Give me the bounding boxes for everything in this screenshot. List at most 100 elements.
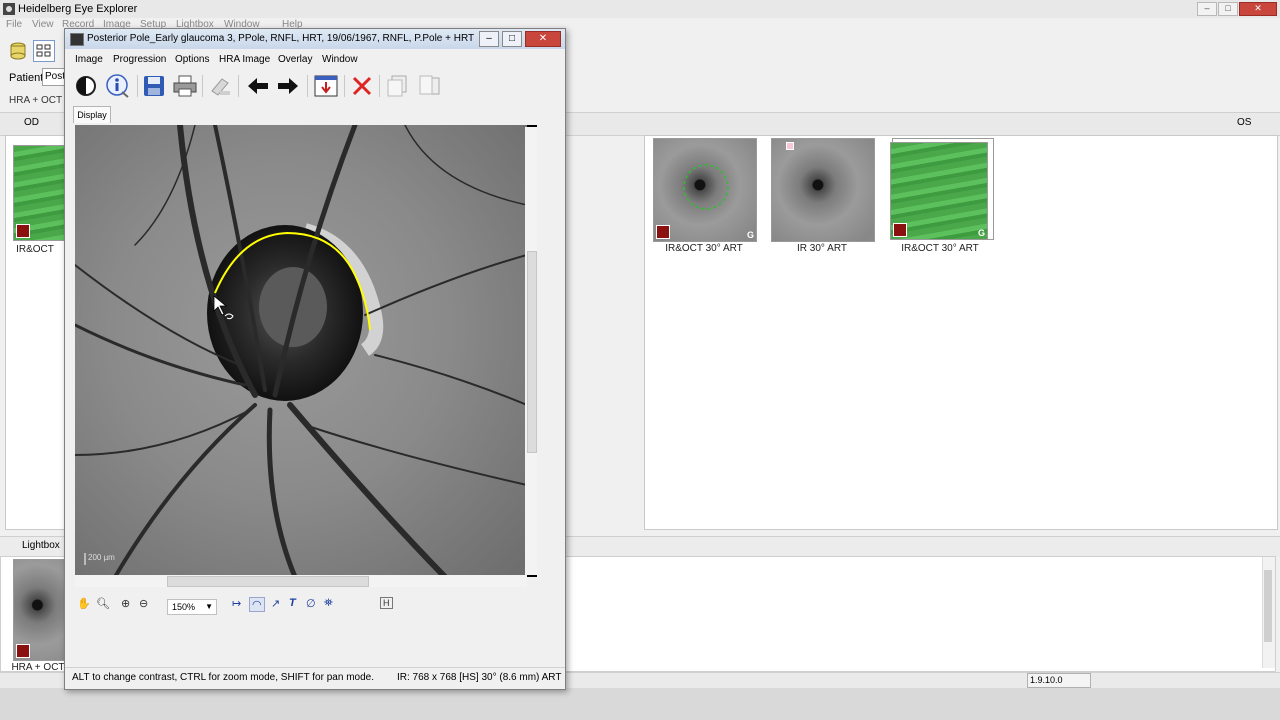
image-maximize-button[interactable]: □ <box>502 31 522 47</box>
contrast-icon <box>76 76 96 96</box>
eraser-button[interactable] <box>207 73 233 99</box>
patient-label: Patient: <box>9 72 47 84</box>
toolbar-separator <box>344 75 345 97</box>
od-panel: IR&OCT <box>5 135 67 530</box>
area-icon[interactable]: ⛯ <box>324 597 333 610</box>
od-thumbnail[interactable] <box>13 145 67 241</box>
zoom-value: 150% <box>172 602 196 612</box>
save-icon <box>144 76 164 96</box>
red-marker-icon <box>16 644 30 658</box>
arrow-icon[interactable]: ↗ <box>271 597 280 610</box>
os-label: OS <box>1237 117 1252 128</box>
thumb-tag: G <box>746 230 754 240</box>
pan-hand-icon[interactable]: ✋ <box>77 597 91 610</box>
toolbar-separator <box>307 75 308 97</box>
device-label: HRA + OCT 2 <box>9 95 71 106</box>
toolbar-separator <box>202 75 203 97</box>
print-button[interactable] <box>172 73 198 99</box>
menu-progression[interactable]: Progression <box>113 54 166 65</box>
minimize-button[interactable]: – <box>1197 2 1217 16</box>
grid-view-icon[interactable] <box>33 40 55 62</box>
info-button[interactable] <box>105 73 131 99</box>
export-button[interactable] <box>313 73 339 99</box>
taskbar <box>0 688 1280 720</box>
paste-icon <box>419 75 440 95</box>
status-image-info: IR: 768 x 768 [HS] 30° (8.6 mm) ART <box>397 672 562 683</box>
rnfl-circle-overlay <box>683 164 729 210</box>
main-titlebar: Heidelberg Eye Explorer – □ ✕ <box>0 0 1280 19</box>
database-icon[interactable] <box>9 42 27 60</box>
image-close-button[interactable]: ✕ <box>525 31 561 47</box>
red-marker-icon <box>16 224 30 238</box>
back-arrow-icon <box>248 78 268 94</box>
os-thumbnail[interactable]: G <box>653 138 757 242</box>
os-thumbnail-caption: IR&OCT 30° ART <box>901 243 979 254</box>
toolbar-separator <box>137 75 138 97</box>
lightbox-label: Lightbox <box>22 540 60 551</box>
os-thumbnail-caption: IR 30° ART <box>797 243 847 254</box>
zoom-out-icon[interactable]: ⊖ <box>139 597 148 610</box>
menu-file[interactable]: File <box>6 19 22 30</box>
pink-marker-icon <box>786 142 794 150</box>
menu-overlay[interactable]: Overlay <box>278 54 312 65</box>
thumb-tag: G <box>977 228 985 238</box>
info-icon <box>106 74 129 98</box>
image-menubar: Image Progression Options HRA Image Over… <box>65 51 565 67</box>
circle-icon[interactable]: ∅ <box>306 597 316 610</box>
freehand-icon[interactable]: ◠ <box>249 597 265 612</box>
image-window-title: Posterior Pole_Early glaucoma 3, PPole, … <box>87 33 477 44</box>
image-window: Posterior Pole_Early glaucoma 3, PPole, … <box>64 28 566 690</box>
image-window-titlebar[interactable]: Posterior Pole_Early glaucoma 3, PPole, … <box>65 29 565 49</box>
distance-icon[interactable]: ↦ <box>232 597 241 610</box>
toolbar-separator <box>238 75 239 97</box>
overlay-toggle-icon[interactable]: H <box>380 597 393 609</box>
image-statusbar: ALT to change contrast, CTRL for zoom mo… <box>65 667 565 688</box>
menu-options[interactable]: Options <box>175 54 209 65</box>
magnifier-icon[interactable]: 🔍︎ <box>96 597 110 610</box>
scale-label: 200 µm <box>88 553 115 562</box>
image-tool-strip: ✋ 🔍︎ ⊕ ⊖ 150% ▼ ↦ ◠ ↗ T ∅ ⛯ H <box>65 595 565 617</box>
back-button[interactable] <box>245 73 271 99</box>
paste-button[interactable] <box>416 73 442 99</box>
print-icon <box>173 75 197 97</box>
os-panel: G IR&OCT 30° ART IR 30° ART G IR&OCT 30°… <box>644 135 1278 530</box>
image-vertical-scroll-thumb[interactable] <box>527 251 537 453</box>
main-window-title: Heidelberg Eye Explorer <box>18 3 138 15</box>
menu-view[interactable]: View <box>32 19 54 30</box>
menu-hra-image[interactable]: HRA Image <box>219 54 270 65</box>
image-toolbar <box>65 69 565 101</box>
toolbar-separator <box>379 75 380 97</box>
red-marker-icon <box>656 225 670 239</box>
menu-window[interactable]: Window <box>322 54 358 65</box>
os-thumbnail[interactable] <box>771 138 875 242</box>
close-button[interactable]: ✕ <box>1239 2 1277 16</box>
export-icon <box>314 75 338 97</box>
copy-button[interactable] <box>385 73 411 99</box>
fundus-image[interactable]: 200 µm <box>75 125 537 577</box>
zoom-select[interactable]: 150% ▼ <box>167 599 217 615</box>
os-thumbnail-caption: IR&OCT 30° ART <box>665 243 743 254</box>
save-button[interactable] <box>141 73 167 99</box>
delete-button[interactable] <box>349 73 375 99</box>
os-thumbnail[interactable]: G <box>890 142 988 240</box>
app-icon <box>3 3 15 15</box>
lightbox-thumbnail[interactable] <box>13 559 67 661</box>
maximize-button[interactable]: □ <box>1218 2 1238 16</box>
menu-image[interactable]: Image <box>75 54 103 65</box>
forward-button[interactable] <box>275 73 301 99</box>
contrast-button[interactable] <box>73 73 99 99</box>
status-hint: ALT to change contrast, CTRL for zoom mo… <box>72 672 374 683</box>
od-label: OD <box>24 117 39 128</box>
chevron-down-icon: ▼ <box>205 602 213 611</box>
image-minimize-button[interactable]: – <box>479 31 499 47</box>
image-horizontal-scroll-thumb[interactable] <box>167 576 369 587</box>
eraser-icon <box>211 78 230 96</box>
zoom-in-icon[interactable]: ⊕ <box>121 597 130 610</box>
lightbox-scroll-thumb[interactable] <box>1264 570 1272 642</box>
tab-display[interactable]: Display <box>73 106 111 123</box>
delete-icon <box>352 76 372 96</box>
forward-arrow-icon <box>278 78 298 94</box>
window-icon <box>70 33 84 46</box>
text-icon[interactable]: T <box>289 597 296 609</box>
red-marker-icon <box>893 223 907 237</box>
